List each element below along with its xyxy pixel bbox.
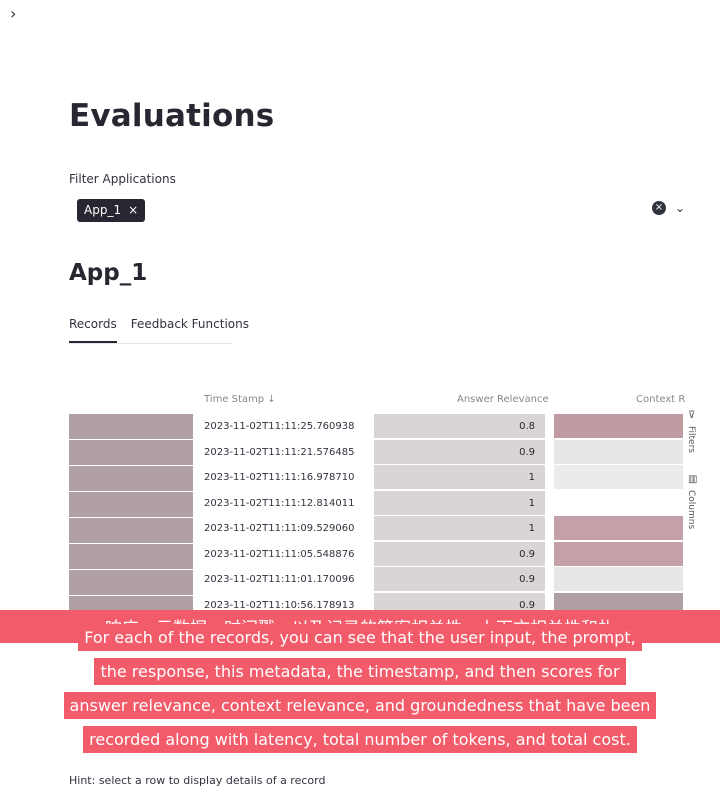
tab-feedback-functions[interactable]: Feedback Functions [131, 317, 249, 343]
answer-relevance-cell: 1 [374, 490, 545, 515]
time-stamp-cell: 2023-11-02T11:11:21.576485 [204, 446, 355, 458]
context-relevance-cell [554, 541, 683, 566]
subtitle-en-1: For each of the records, you can see tha… [20, 624, 700, 651]
app-title: App_1 [69, 260, 148, 286]
filter-icon[interactable]: ⊽ [688, 410, 695, 421]
column-header-time-stamp[interactable]: Time Stamp ↓ [204, 394, 276, 405]
answer-relevance-cell: 0.9 [374, 541, 545, 566]
records-grid: Time Stamp ↓ Answer Relevance Context R … [0, 388, 720, 618]
tab-bar: Records Feedback Functions [69, 317, 249, 343]
answer-relevance-cell: 0.9 [374, 567, 545, 591]
hint-text: Hint: select a row to display details of… [69, 774, 326, 787]
context-relevance-cell [554, 414, 683, 438]
context-relevance-cell [554, 516, 683, 540]
table-row[interactable]: 2023-11-02T11:11:05.548876 0.9 [193, 541, 683, 567]
context-relevance-cell [554, 567, 683, 591]
context-relevance-cell [554, 490, 683, 515]
table-row[interactable]: 2023-11-02T11:11:09.529060 1 [193, 516, 683, 541]
left-cell[interactable] [69, 544, 193, 570]
left-column [69, 414, 193, 618]
left-cell[interactable] [69, 466, 193, 492]
clear-icon[interactable]: × [652, 201, 666, 215]
answer-relevance-cell: 0.9 [374, 439, 545, 464]
chip-close-icon[interactable]: × [128, 199, 138, 222]
filter-select-controls: × ⌄ [652, 201, 685, 215]
filter-label: Filter Applications [69, 172, 176, 186]
time-stamp-cell: 2023-11-02T11:11:01.170096 [204, 574, 355, 585]
tab-divider [69, 343, 232, 344]
time-stamp-cell: 2023-11-02T11:11:09.529060 [204, 523, 355, 534]
answer-relevance-cell: 1 [374, 465, 545, 489]
column-header-answer-relevance[interactable]: Answer Relevance [457, 394, 549, 405]
left-cell[interactable] [69, 518, 193, 544]
table-row[interactable]: 2023-11-02T11:11:25.760938 0.8 [193, 414, 683, 439]
time-stamp-cell: 2023-11-02T11:10:56.178913 [204, 599, 355, 611]
sidebar-toggle-icon[interactable]: › [10, 4, 16, 23]
context-relevance-cell [554, 439, 683, 464]
columns-tool[interactable]: Columns [686, 490, 696, 529]
subtitle-en-3: answer relevance, context relevance, and… [20, 692, 700, 719]
time-stamp-cell: 2023-11-02T11:11:16.978710 [204, 472, 355, 483]
left-cell[interactable] [69, 570, 193, 596]
column-header-context-relevance[interactable]: Context R [636, 394, 685, 405]
filters-tool[interactable]: Filters [686, 426, 696, 453]
subtitle-en-2: the response, this metadata, the timesta… [20, 658, 700, 685]
answer-relevance-cell: 1 [374, 516, 545, 540]
table-row[interactable]: 2023-11-02T11:11:16.978710 1 [193, 465, 683, 490]
table-row[interactable]: 2023-11-02T11:11:21.576485 0.9 [193, 439, 683, 465]
tab-records[interactable]: Records [69, 317, 117, 343]
time-stamp-cell: 2023-11-02T11:11:12.814011 [204, 497, 355, 509]
time-stamp-cell: 2023-11-02T11:11:25.760938 [204, 421, 355, 432]
chevron-down-icon[interactable]: ⌄ [675, 201, 685, 215]
left-cell[interactable] [69, 414, 193, 440]
columns-icon[interactable]: ▥ [688, 474, 697, 485]
answer-relevance-cell: 0.8 [374, 414, 545, 438]
page-title: Evaluations [69, 98, 275, 134]
chip-label: App_1 [84, 203, 122, 217]
context-relevance-cell [554, 465, 683, 489]
left-cell[interactable] [69, 492, 193, 518]
app-filter-chip[interactable]: App_1 × [77, 199, 146, 222]
time-stamp-cell: 2023-11-02T11:11:05.548876 [204, 548, 355, 560]
table-row[interactable]: 2023-11-02T11:11:12.814011 1 [193, 490, 683, 516]
table-row[interactable]: 2023-11-02T11:11:01.170096 0.9 [193, 567, 683, 592]
left-cell[interactable] [69, 440, 193, 466]
subtitle-en-4: recorded along with latency, total numbe… [20, 726, 700, 753]
